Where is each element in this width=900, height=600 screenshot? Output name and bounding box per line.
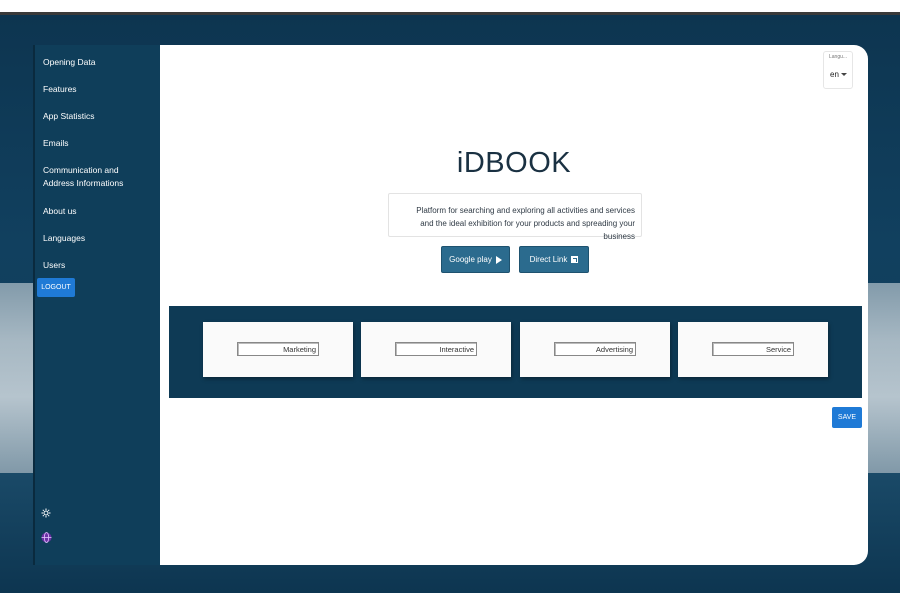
main-panel: Langu... en iDBOOK Platform for searchin…	[160, 45, 868, 565]
language-value: en	[830, 70, 839, 79]
logout-button[interactable]: LOGOUT	[37, 278, 75, 297]
sidebar: Opening Data Features App Statistics Ema…	[33, 45, 160, 565]
language-label: Langu...	[829, 54, 848, 60]
tagline-line-1: Platform for searching and exploring all…	[416, 206, 635, 215]
globe-icon[interactable]	[40, 531, 52, 543]
feature-input-interactive[interactable]: Interactive	[395, 342, 477, 356]
sidebar-item-communication[interactable]: Communication and Address Informations	[35, 164, 150, 190]
google-play-button[interactable]: Google play	[441, 246, 510, 273]
google-play-label: Google play	[449, 255, 492, 264]
tagline-line-2: and the ideal exhibition for your produc…	[420, 219, 635, 241]
feature-input-advertising[interactable]: Advertising	[554, 342, 636, 356]
feature-card: Marketing	[203, 322, 353, 377]
feature-input-marketing[interactable]: Marketing	[237, 342, 319, 356]
external-link-icon	[571, 256, 579, 263]
play-icon	[495, 255, 502, 264]
chevron-down-icon	[841, 73, 847, 76]
sidebar-item-emails[interactable]: Emails	[35, 137, 75, 150]
tagline-box[interactable]: Platform for searching and exploring all…	[388, 193, 642, 241]
sidebar-item-app-statistics[interactable]: App Statistics	[35, 110, 101, 123]
feature-input-service[interactable]: Service	[712, 342, 794, 356]
save-button[interactable]: SAVE	[832, 407, 862, 428]
feature-card: Interactive	[361, 322, 511, 377]
features-band: Marketing Interactive Advertising Servic…	[169, 306, 862, 398]
sidebar-item-users[interactable]: Users	[35, 259, 71, 272]
feature-card: Service	[678, 322, 828, 377]
brand-title: iDBOOK	[456, 147, 572, 179]
sidebar-item-languages[interactable]: Languages	[35, 232, 91, 245]
feature-card: Advertising	[520, 322, 670, 377]
sidebar-item-about-us[interactable]: About us	[35, 205, 83, 218]
sidebar-item-features[interactable]: Features	[35, 83, 83, 96]
direct-link-label: Direct Link	[529, 255, 568, 264]
language-select[interactable]: Langu... en	[823, 51, 853, 89]
settings-icon[interactable]	[40, 507, 52, 519]
direct-link-button[interactable]: Direct Link	[519, 246, 589, 273]
sidebar-item-opening-data[interactable]: Opening Data	[35, 56, 101, 69]
